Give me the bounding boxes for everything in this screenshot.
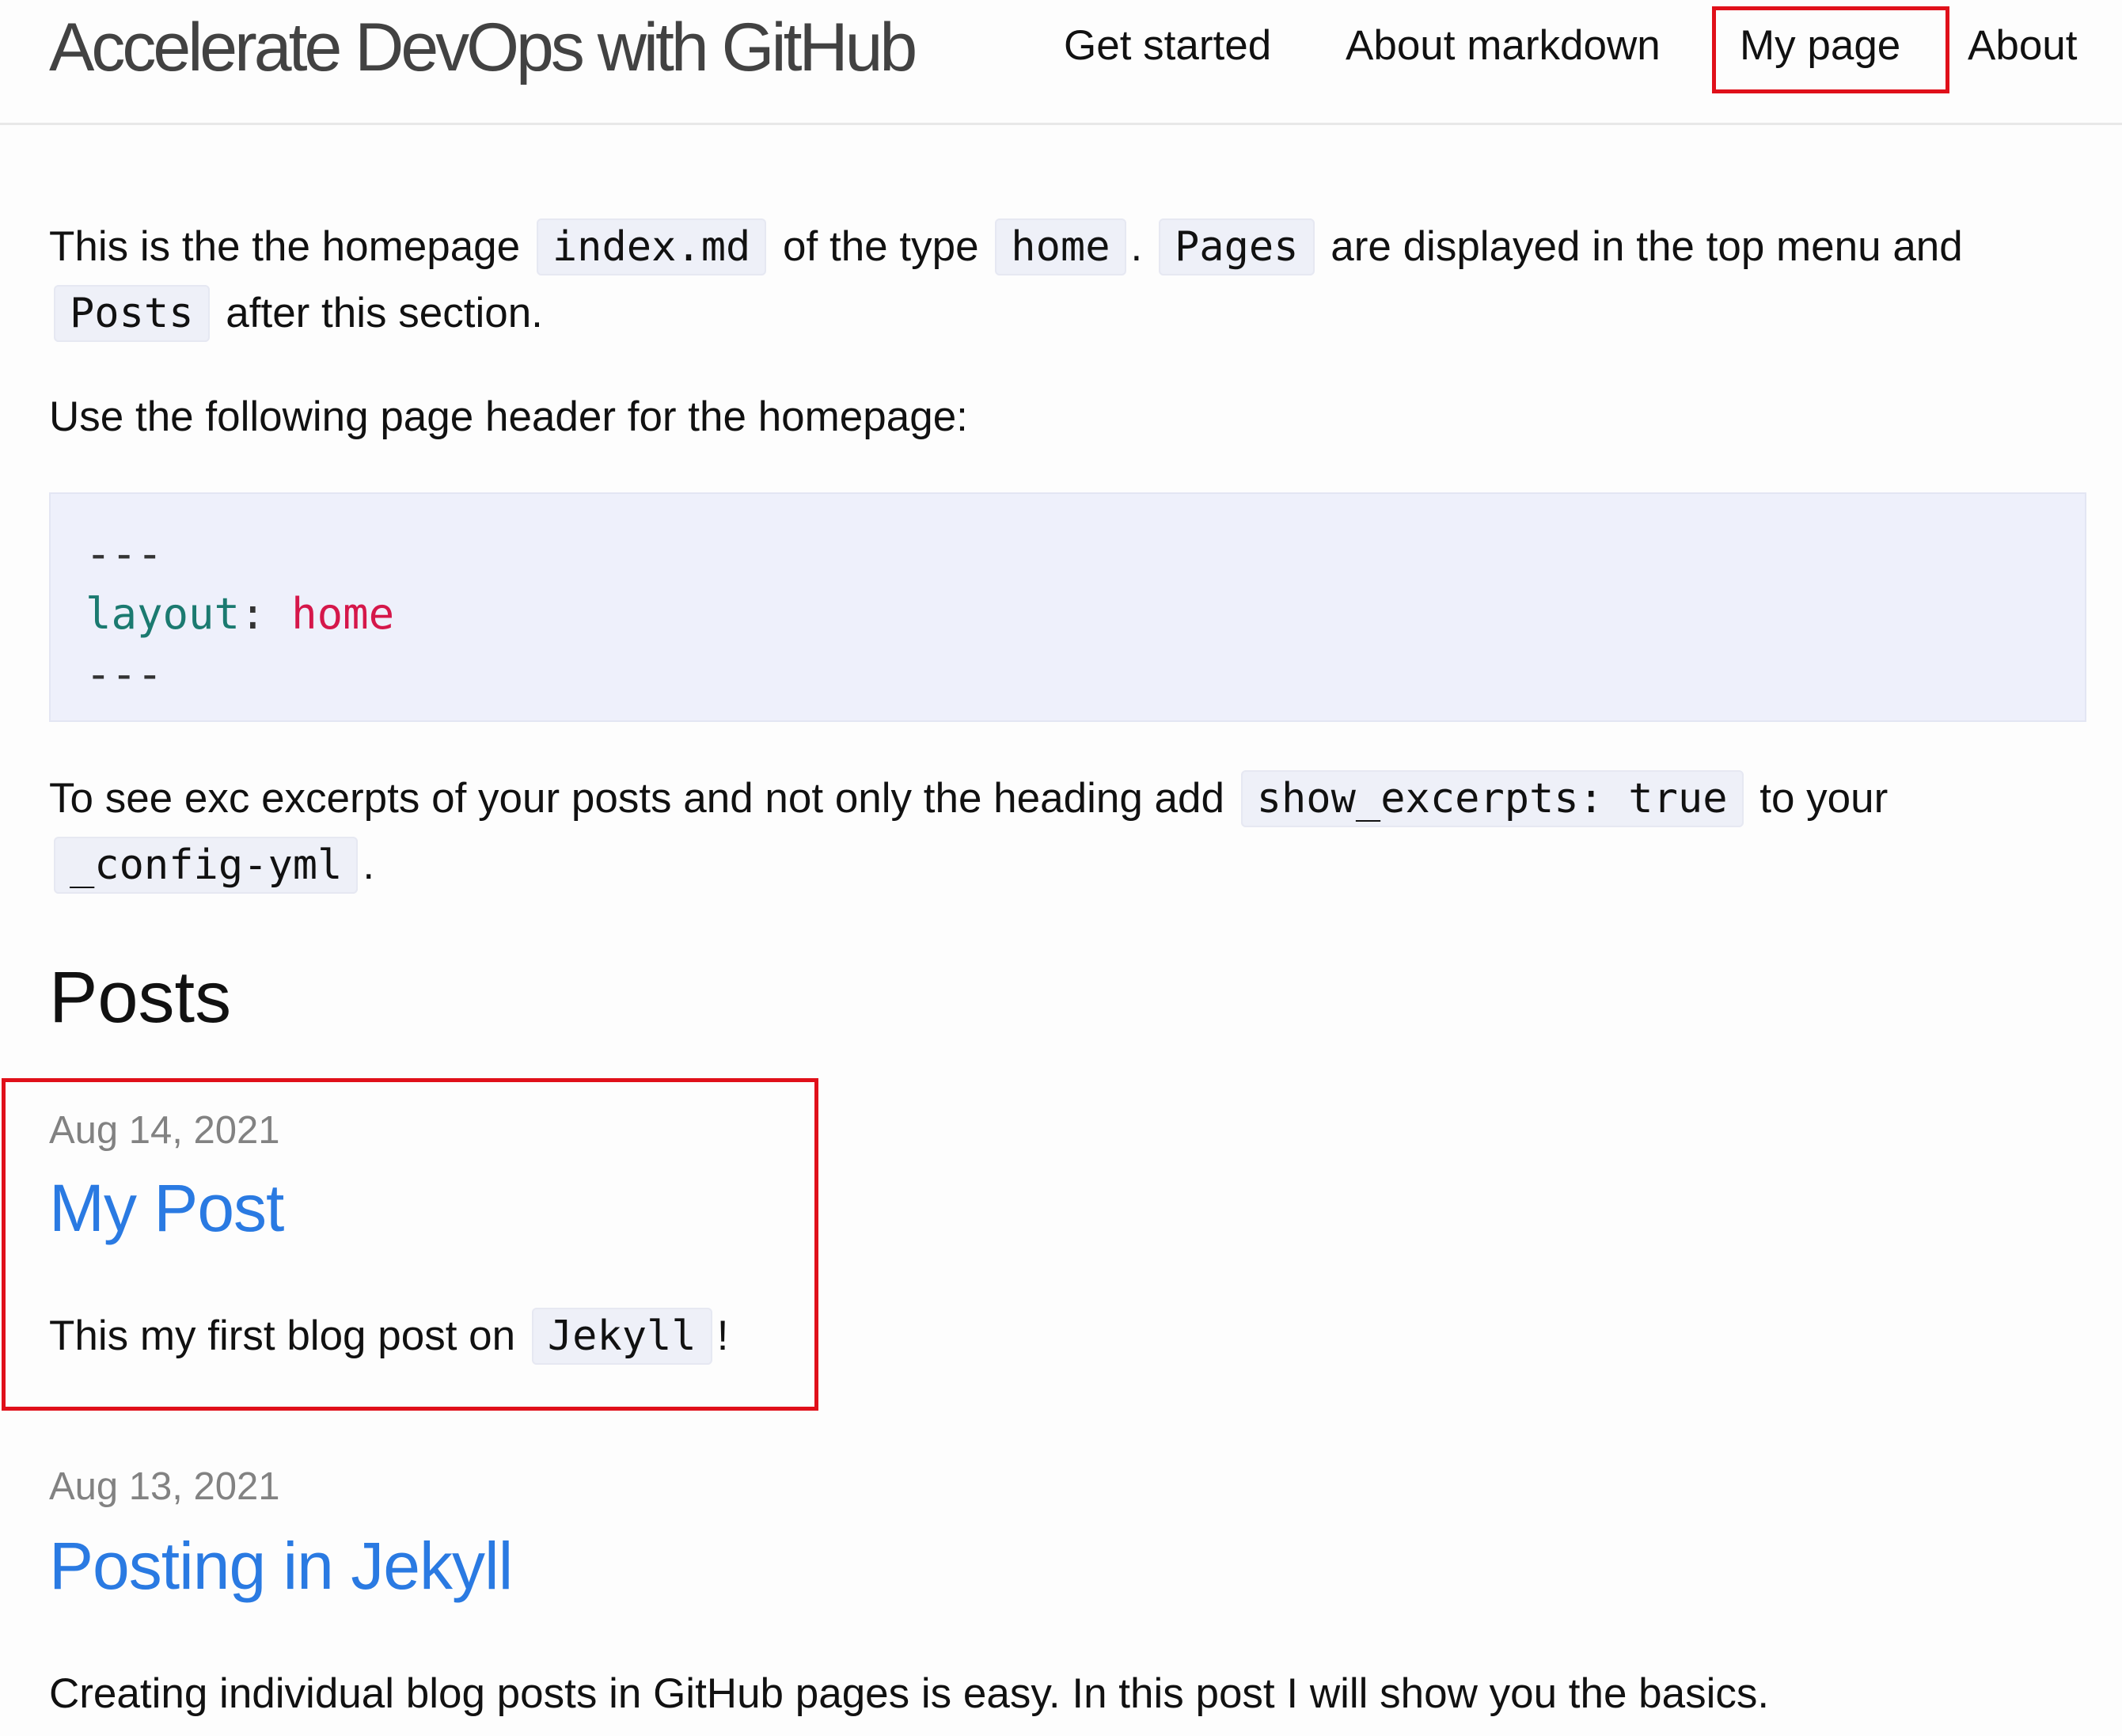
inline-code-pages: Pages — [1158, 218, 1315, 275]
inline-code-home: home — [995, 218, 1126, 275]
inline-code-config: _config-yml — [54, 837, 359, 894]
header-instruction-paragraph: Use the following page header for the ho… — [49, 393, 968, 440]
site-header: Accelerate DevOps with GitHub Get starte… — [0, 0, 2122, 125]
nav-get-started[interactable]: Get started — [1064, 0, 1271, 92]
site-title-link[interactable]: Accelerate DevOps with GitHub — [49, 0, 917, 95]
post-date: Aug 14, 2021 — [49, 1109, 280, 1152]
intro-text: This is the the homepage — [49, 223, 532, 270]
excerpt-text: This my first blog post on — [49, 1312, 527, 1359]
excerpts-text: To see exc excerpts of your posts and no… — [49, 775, 1236, 822]
intro-text: . — [1130, 223, 1154, 270]
front-matter-code-block: --- layout: home --- — [49, 492, 2086, 722]
post-title-link[interactable]: Posting in Jekyll — [49, 1528, 513, 1605]
inline-code-posts: Posts — [54, 285, 210, 342]
inline-code-jekyll: Jekyll — [531, 1308, 712, 1365]
post-title-link[interactable]: My Post — [49, 1170, 284, 1247]
intro-text: after this section. — [214, 290, 543, 336]
excerpts-text: . — [363, 841, 375, 888]
inline-code-index-md: index.md — [536, 218, 767, 275]
excerpt-text: ! — [716, 1312, 729, 1359]
post-excerpt: Creating individual blog posts in GitHub… — [49, 1670, 1770, 1717]
inline-code-show-excerpts: show_excerpts: true — [1240, 770, 1744, 827]
code-line-separator: --- — [85, 649, 163, 699]
nav-about[interactable]: About — [1968, 0, 2078, 92]
nav-about-markdown[interactable]: About markdown — [1346, 0, 1661, 92]
my-page-highlight-box — [1712, 6, 1949, 93]
post-excerpt: This my first blog post on Jekyll! — [49, 1303, 728, 1369]
post-date: Aug 13, 2021 — [49, 1465, 280, 1508]
code-line-separator: --- — [85, 529, 163, 579]
code-line-layout: layout: home — [85, 584, 2050, 644]
intro-text: of the type — [771, 223, 991, 270]
posts-heading: Posts — [49, 957, 232, 1038]
code-key: layout — [85, 589, 241, 639]
code-colon: : — [240, 589, 292, 639]
intro-text: are displayed in the top menu and — [1319, 223, 1963, 270]
intro-paragraph: This is the the homepage index.md of the… — [49, 214, 2083, 347]
code-value: home — [291, 589, 395, 639]
excerpts-text: to your — [1748, 775, 1889, 822]
excerpts-paragraph: To see exc excerpts of your posts and no… — [49, 765, 2083, 898]
